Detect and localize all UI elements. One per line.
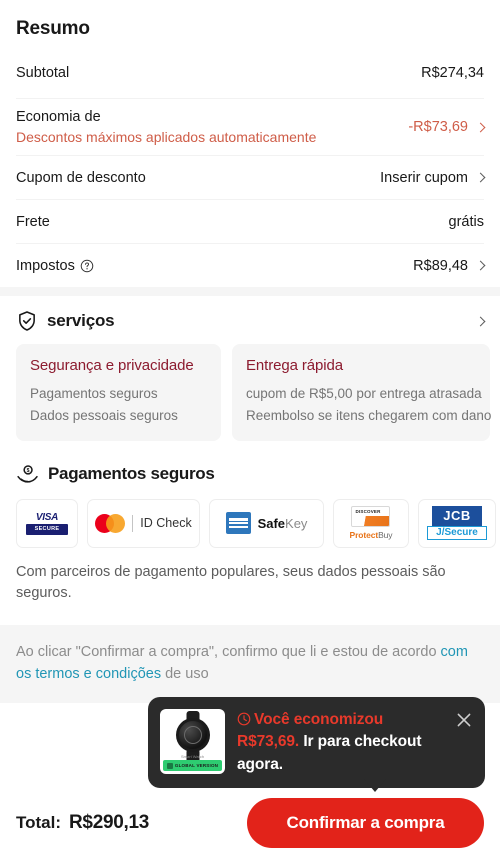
jcb-jsecure-logo: JCB J/Secure <box>418 498 496 548</box>
visa-secure-logo: VISA SECURE <box>16 498 78 548</box>
subtotal-value: R$274,34 <box>421 65 484 81</box>
savings-note: Descontos máximos aplicados automaticame… <box>16 129 317 145</box>
total-group: Total: R$290,13 <box>16 812 149 834</box>
chevron-right-icon[interactable] <box>475 316 486 326</box>
service-card-line: cupom de R$5,00 por entrega atrasada <box>246 386 482 401</box>
payment-logo-list: VISA SECURE ID Check SafeKey DISCOVER Pr… <box>16 498 496 548</box>
savings-label: Economia de <box>16 109 101 125</box>
service-card-line: Reembolso se itens chegarem com dano <box>246 407 492 423</box>
jcb-wordmark: JCB <box>432 506 482 527</box>
total-value: R$290,13 <box>69 812 150 833</box>
savings-value: -R$73,69 <box>408 119 468 135</box>
safekey-label: SafeKey <box>258 516 308 531</box>
close-icon[interactable] <box>455 711 473 729</box>
tooltip-body: Você economizou R$73,69. Ir para checkou… <box>237 709 473 776</box>
summary-row-taxes[interactable]: Impostos R$89,48 <box>16 243 486 287</box>
tooltip-headline: Você economizou <box>254 711 384 728</box>
product-thumbnail[interactable]: Smart Watch GLOBAL VERSION <box>160 709 225 774</box>
terms-text-after: de uso <box>161 665 209 682</box>
terms-text-before: Ao clicar "Confirmar a compra", confirmo… <box>16 643 441 660</box>
protectbuy-light: Buy <box>378 530 393 541</box>
hand-coin-icon: $ <box>17 464 38 483</box>
protectbuy-bold: Protect <box>349 530 379 541</box>
info-icon[interactable] <box>80 259 94 273</box>
checkout-summary-page: Resumo Subtotal R$274,34 Economia de Des… <box>0 0 500 861</box>
subtotal-label: Subtotal <box>16 65 70 81</box>
discover-card-icon: DISCOVER <box>351 506 391 528</box>
mastercard-idcheck-logo: ID Check <box>87 498 200 548</box>
tooltip-message: Você economizou R$73,69. Ir para checkou… <box>237 709 449 776</box>
service-card[interactable]: Entrega rápida cupom de R$5,00 por entre… <box>232 344 492 441</box>
summary-row-subtotal: Subtotal R$274,34 <box>16 54 484 98</box>
secure-payments-section: $ Pagamentos seguros VISA SECURE ID Chec… <box>0 448 500 611</box>
total-label: Total: <box>16 813 62 832</box>
coupon-label: Cupom de desconto <box>16 169 146 186</box>
services-title: serviços <box>47 311 115 330</box>
services-card-list[interactable]: Segurança e privacidade Pagamentos segur… <box>0 344 500 441</box>
idcheck-label: ID Check <box>140 516 192 531</box>
divider <box>132 514 134 532</box>
summary-row-coupon[interactable]: Cupom de desconto Inserir cupom <box>16 155 486 199</box>
order-summary-section: Resumo Subtotal R$274,34 Economia de Des… <box>0 0 500 287</box>
tooltip-amount: R$73,69. <box>237 733 300 751</box>
taxes-label: Impostos <box>16 257 75 274</box>
payments-title: Pagamentos seguros <box>48 464 215 484</box>
clock-icon <box>237 712 251 726</box>
chevron-right-icon <box>475 260 486 271</box>
visa-secure-tag: SECURE <box>25 523 69 535</box>
service-card-line: Pagamentos seguros <box>30 386 158 401</box>
shipping-value: grátis <box>448 213 484 230</box>
amex-safekey-logo: SafeKey <box>209 498 324 548</box>
chevron-right-icon <box>475 172 486 183</box>
amex-card-icon <box>225 512 251 535</box>
service-card-title: Segurança e privacidade <box>30 357 194 374</box>
checkout-bar: Total: R$290,13 Confirmar a compra <box>0 785 500 861</box>
shipping-label: Frete <box>16 213 50 230</box>
chevron-right-icon <box>475 122 486 132</box>
section-divider <box>0 287 500 296</box>
protectbuy-label: ProtectBuy <box>350 530 393 540</box>
coupon-action-label[interactable]: Inserir cupom <box>380 170 468 186</box>
service-card[interactable]: Segurança e privacidade Pagamentos segur… <box>16 344 221 441</box>
terms-disclaimer: Ao clicar "Confirmar a compra", confirmo… <box>0 624 500 703</box>
page-title: Resumo <box>16 18 90 39</box>
thumbnail-caption: Smart Watch <box>181 754 204 759</box>
service-card-title: Entrega rápida <box>246 357 344 374</box>
visa-wordmark: VISA <box>35 511 59 523</box>
svg-text:$: $ <box>27 468 30 474</box>
shield-check-icon <box>19 311 35 331</box>
summary-row-shipping: Frete grátis <box>16 199 484 243</box>
global-version-badge: GLOBAL VERSION <box>163 760 222 771</box>
safekey-bold: Safe <box>257 515 286 531</box>
safekey-light: Key <box>285 515 308 531</box>
payments-note: Com parceiros de pagamento populares, se… <box>16 563 446 602</box>
confirm-purchase-button[interactable]: Confirmar a compra <box>247 798 484 848</box>
savings-tooltip[interactable]: Smart Watch GLOBAL VERSION Você economiz… <box>148 697 485 789</box>
service-card-line: Dados pessoais seguros <box>30 407 178 423</box>
jsecure-label: J/Secure <box>427 526 487 541</box>
smartwatch-image <box>175 718 210 752</box>
summary-row-savings[interactable]: Economia de Descontos máximos aplicados … <box>16 98 486 155</box>
taxes-value: R$89,48 <box>413 257 468 274</box>
payments-header: $ Pagamentos seguros <box>16 463 484 486</box>
discover-wordmark: DISCOVER <box>355 509 381 515</box>
discover-protectbuy-logo: DISCOVER ProtectBuy <box>333 498 409 548</box>
mastercard-circles-icon <box>95 513 126 533</box>
services-section: serviços Segurança e privacidade Pagamen… <box>0 296 500 449</box>
global-version-label: GLOBAL VERSION <box>174 763 219 768</box>
tooltip-arrow <box>364 779 386 792</box>
services-header[interactable]: serviços <box>0 310 500 344</box>
